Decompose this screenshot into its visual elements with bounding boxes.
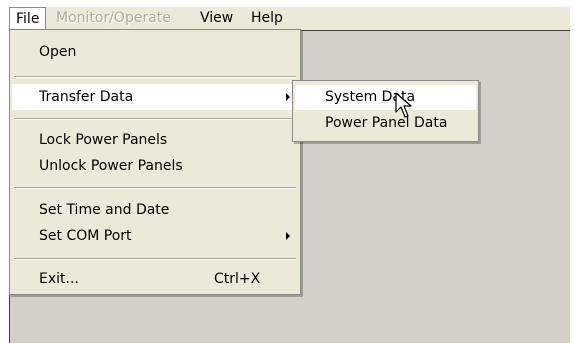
- menu-item-shortcut: Ctrl+X: [214, 271, 261, 287]
- menu-separator: [14, 76, 296, 78]
- menu-item-label: Transfer Data: [39, 89, 134, 105]
- menu-item-set-time-and-date[interactable]: Set Time and Date: [12, 197, 298, 223]
- menu-item-label: Lock Power Panels: [39, 132, 168, 148]
- menu-separator: [14, 118, 296, 120]
- menu-item-set-com-port[interactable]: Set COM Port: [12, 223, 298, 249]
- menu-view[interactable]: View: [194, 7, 239, 30]
- menu-separator: [14, 258, 296, 260]
- menu-item-label: Power Panel Data: [325, 115, 448, 131]
- menu-monitor-operate: Monitor/Operate: [56, 10, 171, 26]
- menu-help[interactable]: Help: [245, 7, 289, 30]
- submenu-item-system-data[interactable]: System Data: [295, 85, 476, 110]
- transfer-data-submenu: System Data Power Panel Data: [292, 80, 479, 142]
- menu-item-unlock-power-panels[interactable]: Unlock Power Panels: [12, 153, 298, 179]
- mouse-pointer-icon: [395, 92, 412, 118]
- menu-bar: File Monitor/Operate View Help: [9, 7, 570, 30]
- submenu-arrow-icon: [286, 93, 290, 101]
- menu-item-label: Exit...: [39, 271, 79, 287]
- menu-item-lock-power-panels[interactable]: Lock Power Panels: [12, 127, 298, 153]
- menu-item-exit[interactable]: Exit... Ctrl+X: [12, 266, 298, 292]
- submenu-item-power-panel-data[interactable]: Power Panel Data: [295, 111, 476, 136]
- menu-item-transfer-data[interactable]: Transfer Data: [12, 84, 298, 110]
- menu-file[interactable]: File: [9, 7, 47, 30]
- submenu-arrow-icon: [286, 232, 290, 240]
- menu-item-label: Set Time and Date: [39, 202, 170, 218]
- menu-item-label: Open: [39, 44, 77, 60]
- menu-separator: [14, 187, 296, 189]
- menu-item-label: Unlock Power Panels: [39, 158, 183, 174]
- file-dropdown-menu: Open Transfer Data Lock Power Panels Unl…: [9, 29, 301, 295]
- menu-item-label: Set COM Port: [39, 228, 132, 244]
- application-window: File Monitor/Operate View Help Open Tran…: [0, 0, 575, 343]
- menu-item-open[interactable]: Open: [12, 39, 298, 65]
